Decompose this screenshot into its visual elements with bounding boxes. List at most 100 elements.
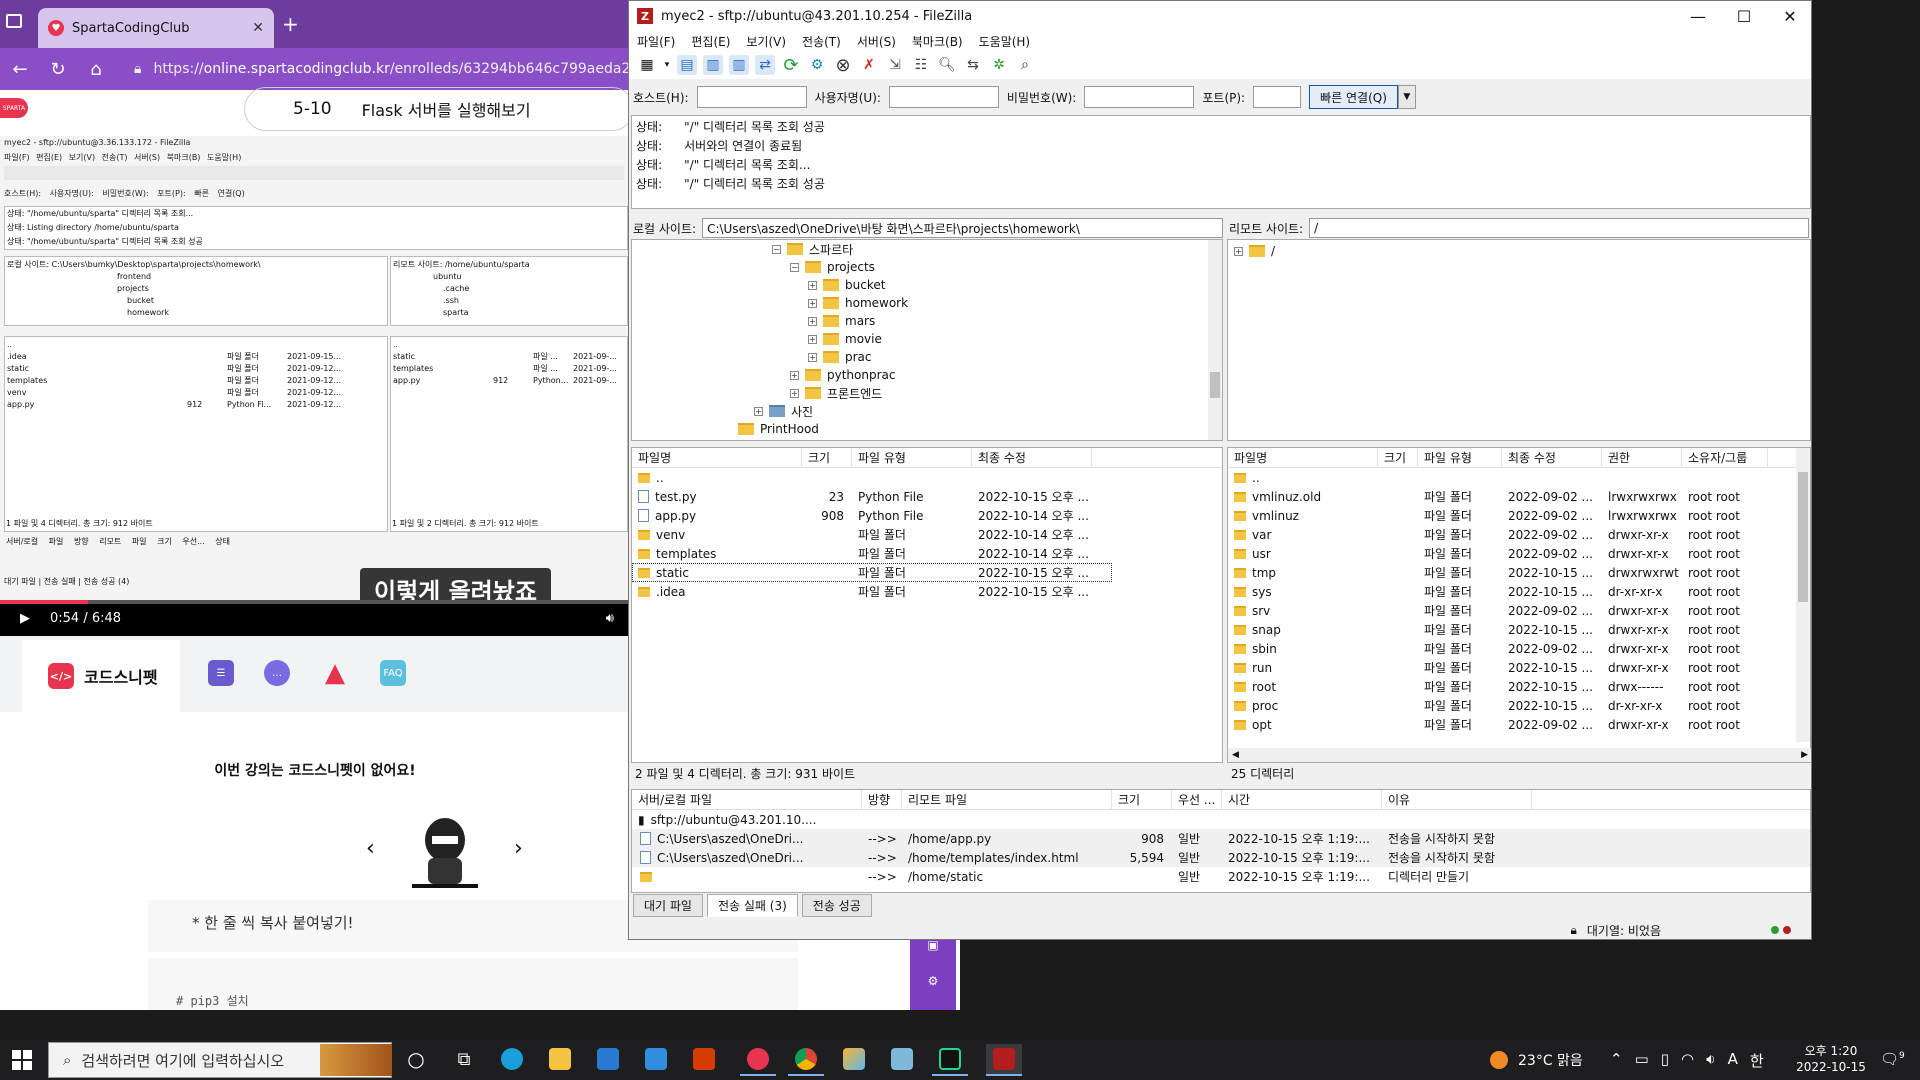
local-file-row[interactable]: ..: [632, 468, 1112, 487]
task-view-icon[interactable]: ⧉: [446, 1044, 482, 1076]
window-menu-icon[interactable]: [6, 14, 22, 28]
port-input[interactable]: [1253, 86, 1302, 108]
refresh-icon[interactable]: ⟳: [781, 55, 801, 76]
remote-file-row[interactable]: var 파일 폴더 2022-09-02 ... drwxr-xr-x root roo…: [1228, 525, 1810, 544]
close-tab-icon[interactable]: ✕: [252, 20, 264, 36]
tree-item[interactable]: + pythonprac: [790, 366, 895, 384]
taskbar-clock[interactable]: 오후 1:20 2022-10-15: [1786, 1043, 1876, 1075]
scroll-left-icon[interactable]: ◀: [1232, 750, 1239, 760]
tree-item[interactable]: + bucket: [808, 276, 885, 294]
remote-file-row[interactable]: usr 파일 폴더 2022-09-02 ... drwxr-xr-x root roo…: [1228, 544, 1810, 563]
toggle-remote-tree-icon[interactable]: ▥: [729, 55, 749, 75]
local-file-row[interactable]: venv 파일 폴더 2022-10-14 오후 ...: [632, 525, 1112, 544]
remote-file-row[interactable]: ..: [1228, 468, 1810, 487]
expand-icon[interactable]: ▣: [910, 938, 956, 952]
local-file-row[interactable]: .idea 파일 폴더 2022-10-15 오후 ...: [632, 582, 1112, 601]
notification-icon[interactable]: 🗨︎9: [1880, 1050, 1905, 1068]
process-queue-icon[interactable]: ⚙: [807, 55, 827, 75]
filezilla-taskbar-icon[interactable]: [986, 1044, 1022, 1076]
remote-file-row[interactable]: tmp 파일 폴더 2022-10-15 ... drwxrwxrwt root roo…: [1228, 563, 1810, 582]
tree-item[interactable]: + /: [1234, 242, 1275, 260]
username-input[interactable]: [888, 86, 999, 108]
remote-file-row[interactable]: root 파일 폴더 2022-10-15 ... drwx------ root ro…: [1228, 677, 1810, 696]
file-explorer-icon[interactable]: [542, 1044, 578, 1076]
tree-item[interactable]: + 사진: [754, 402, 813, 420]
menu-transfer[interactable]: 전송(T): [802, 33, 841, 50]
maximize-icon[interactable]: ☐: [1721, 1, 1767, 31]
new-tab-icon[interactable]: +: [282, 12, 299, 36]
local-file-row[interactable]: static 파일 폴더 2022-10-15 오후 ...: [632, 563, 1112, 582]
disconnect-icon[interactable]: ✗: [859, 55, 879, 75]
weather-widget[interactable]: 23°C 맑음: [1490, 1050, 1583, 1070]
local-file-row[interactable]: templates 파일 폴더 2022-10-14 오후 ...: [632, 544, 1112, 563]
remote-file-row[interactable]: sys 파일 폴더 2022-10-15 ... dr-xr-xr-x root roo…: [1228, 582, 1810, 601]
remote-file-row[interactable]: proc 파일 폴더 2022-10-15 ... dr-xr-xr-x root ro…: [1228, 696, 1810, 715]
ime-mode[interactable]: A: [1728, 1050, 1738, 1071]
tab-notes-icon[interactable]: ☰: [208, 660, 234, 686]
wifi-icon[interactable]: ◠: [1681, 1050, 1694, 1071]
cancel-icon[interactable]: ⊗: [833, 55, 853, 76]
office-icon[interactable]: [686, 1044, 722, 1076]
mail-icon[interactable]: [638, 1044, 674, 1076]
tab-failed-transfers[interactable]: 전송 실패 (3): [706, 894, 798, 917]
video-progress-bar[interactable]: [0, 600, 630, 604]
remote-file-row[interactable]: snap 파일 폴더 2022-10-15 ... drwxr-xr-x root ro…: [1228, 620, 1810, 639]
find-files-icon[interactable]: ⌕: [1015, 55, 1035, 75]
remote-file-row[interactable]: sbin 파일 폴더 2022-09-02 ... drwxr-xr-x root ro…: [1228, 639, 1810, 658]
menu-help[interactable]: 도움말(H): [979, 33, 1031, 50]
settings-icon[interactable]: ⚙: [910, 974, 956, 988]
menu-file[interactable]: 파일(F): [637, 33, 675, 50]
reconnect-icon[interactable]: ⇲: [885, 55, 905, 75]
sparta-app-icon[interactable]: [740, 1044, 776, 1076]
tab-chat-icon[interactable]: …: [264, 660, 290, 686]
site-manager-icon[interactable]: ▦: [637, 55, 657, 75]
scroll-right-icon[interactable]: ▶: [1801, 750, 1808, 760]
tree-item[interactable]: + prac: [808, 348, 872, 366]
local-file-row[interactable]: test.py 23 Python File 2022-10-15 오후 ...: [632, 487, 1112, 506]
volume-icon[interactable]: 🔉︎: [1706, 1050, 1715, 1071]
remote-site-input[interactable]: /: [1309, 218, 1809, 238]
pinned-app-icon[interactable]: [836, 1044, 872, 1076]
tab-code-snippet[interactable]: </> 코드스니펫: [22, 640, 180, 712]
lecture-selector[interactable]: 5-10 Flask 서버를 실행해보기: [244, 87, 634, 131]
tab-faq-icon[interactable]: FAQ: [380, 660, 406, 686]
dir-compare-icon[interactable]: 🔍︎: [937, 55, 957, 75]
tree-item[interactable]: PrintHood: [738, 420, 819, 438]
minimize-icon[interactable]: —: [1675, 1, 1721, 31]
tray-expand-icon[interactable]: ⌃: [1610, 1050, 1623, 1071]
edge-icon[interactable]: [494, 1044, 530, 1076]
menu-bookmarks[interactable]: 북마크(B): [912, 33, 963, 50]
remote-list-scrollbar[interactable]: [1796, 448, 1810, 742]
remote-file-row[interactable]: srv 파일 폴더 2022-09-02 ... drwxr-xr-x root roo…: [1228, 601, 1810, 620]
menu-view[interactable]: 보기(V): [746, 33, 786, 50]
directory-filter-icon[interactable]: ☷: [911, 55, 931, 75]
queue-row[interactable]: C:\Users\aszed\OneDri... -->> /home/app.py…: [632, 829, 1810, 848]
toggle-log-icon[interactable]: ▤: [677, 55, 697, 75]
snippet-next-icon[interactable]: ›: [514, 836, 523, 861]
store-icon[interactable]: [590, 1044, 626, 1076]
queue-server-row[interactable]: ▮ sftp://ubuntu@43.201.10....: [632, 810, 1810, 829]
pinned-app-icon[interactable]: [884, 1044, 920, 1076]
tree-item[interactable]: + 프론트엔드: [790, 384, 882, 402]
local-file-row[interactable]: app.py 908 Python File 2022-10-14 오후 ...: [632, 506, 1112, 525]
remote-list-hscrollbar[interactable]: ◀ ▶: [1228, 748, 1811, 762]
queue-row[interactable]: C:\Users\aszed\OneDri... -->> /home/templa…: [632, 848, 1810, 867]
tree-item[interactable]: − 스파르타: [772, 240, 853, 258]
remote-file-row[interactable]: opt 파일 폴더 2022-09-02 ... drwxr-xr-x root roo…: [1228, 715, 1810, 734]
remote-file-row[interactable]: vmlinuz 파일 폴더 2022-09-02 ... lrwxrwxrwx root…: [1228, 506, 1810, 525]
close-window-icon[interactable]: ✕: [1767, 1, 1811, 31]
language-indicator[interactable]: 한: [1750, 1050, 1764, 1071]
volume-icon[interactable]: 🔊︎: [606, 611, 614, 626]
tab-queued-files[interactable]: 대기 파일: [633, 894, 703, 917]
cortana-icon[interactable]: ○: [398, 1044, 434, 1076]
host-input[interactable]: [696, 86, 807, 108]
windows-start-icon[interactable]: [12, 1050, 32, 1070]
menu-server[interactable]: 서버(S): [857, 33, 896, 50]
password-input[interactable]: [1084, 86, 1195, 108]
local-site-input[interactable]: C:\Users\aszed\OneDrive\바탕 화면\스파르타\proje…: [702, 218, 1223, 238]
sparta-logo[interactable]: SPARTA: [0, 98, 28, 118]
pycharm-icon[interactable]: [932, 1044, 968, 1076]
browser-tab[interactable]: ♥ SpartaCodingClub ✕: [38, 8, 274, 48]
site-manager-dropdown-icon[interactable]: ▾: [663, 55, 671, 75]
battery-icon[interactable]: ▯: [1661, 1050, 1669, 1071]
